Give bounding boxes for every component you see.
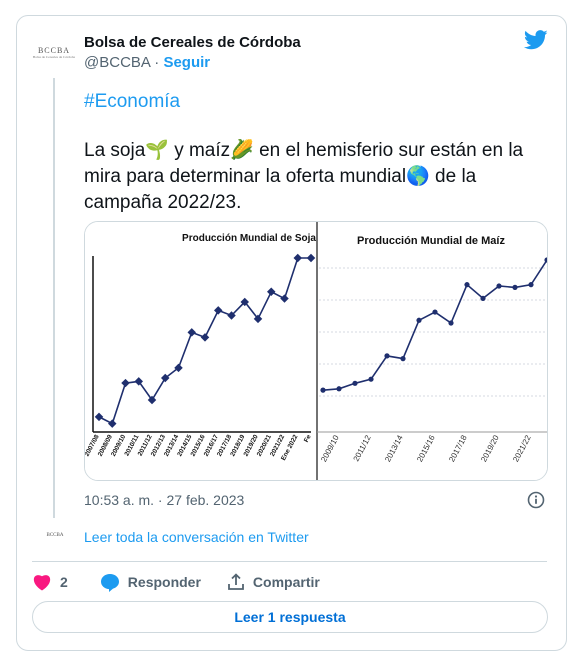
logo-subtext: Bolsa de Cereales de Córdoba [32, 55, 76, 59]
small-logo-text: BCCBA [46, 533, 64, 538]
reply-bubble-icon [100, 573, 119, 592]
tweet-media[interactable]: Producción Mundial de Soja Producción Mu… [84, 221, 548, 481]
maiz-data-point [400, 356, 406, 362]
maiz-data-point [480, 295, 486, 301]
maiz-chart-title: Producción Mundial de Maíz [357, 235, 505, 247]
account-handle-row: @BCCBA · Seguir [84, 54, 210, 71]
account-name[interactable]: Bolsa de Cereales de Córdoba [84, 34, 301, 51]
share-icon [228, 573, 244, 590]
hashtag-link[interactable]: #Economía [84, 91, 180, 113]
heart-icon [33, 575, 51, 591]
maiz-data-point [496, 283, 502, 289]
maiz-data-point [432, 309, 438, 315]
follow-button[interactable]: Seguir [163, 54, 210, 71]
share-button[interactable]: Compartir [227, 573, 320, 591]
twitter-bird-icon[interactable] [524, 30, 548, 50]
maiz-data-point [352, 380, 358, 386]
maiz-data-point [512, 284, 518, 290]
share-label: Compartir [252, 574, 320, 590]
like-count: 2 [60, 574, 68, 590]
tweet-text: La soja🌱 y maíz🌽 en el hemisferio sur es… [84, 140, 524, 213]
maiz-data-point [320, 387, 326, 393]
account-handle[interactable]: @BCCBA [84, 54, 150, 71]
small-avatar[interactable]: BCCBA [40, 525, 70, 545]
info-icon[interactable] [527, 491, 545, 509]
tweet-actions: 2 Responder Compartir [32, 572, 346, 592]
tweet-timestamp[interactable]: 10:53 a. m. · 27 feb. 2023 [84, 492, 244, 508]
thread-line [53, 78, 55, 518]
reply-label: Responder [127, 574, 201, 590]
read-conversation-link[interactable]: Leer toda la conversación en Twitter [84, 529, 309, 545]
read-replies-button[interactable]: Leer 1 respuesta [32, 601, 548, 633]
logo-text: BCCBA [37, 46, 71, 55]
avatar[interactable]: BCCBA Bolsa de Cereales de Córdoba [32, 34, 76, 70]
reply-button[interactable]: Responder [100, 573, 201, 592]
handle-separator: · [150, 54, 164, 71]
like-button[interactable]: 2 [32, 573, 68, 591]
soja-chart-title: Producción Mundial de Soja [182, 233, 316, 244]
divider [32, 561, 547, 562]
charts-image: Producción Mundial de Soja Producción Mu… [85, 222, 547, 480]
maiz-data-point [384, 353, 390, 359]
maiz-data-point [448, 320, 454, 326]
maiz-data-point [336, 386, 342, 392]
maiz-data-point [368, 376, 374, 382]
maiz-data-point [528, 282, 534, 288]
maiz-data-point [416, 317, 422, 323]
maiz-data-point [464, 282, 470, 288]
